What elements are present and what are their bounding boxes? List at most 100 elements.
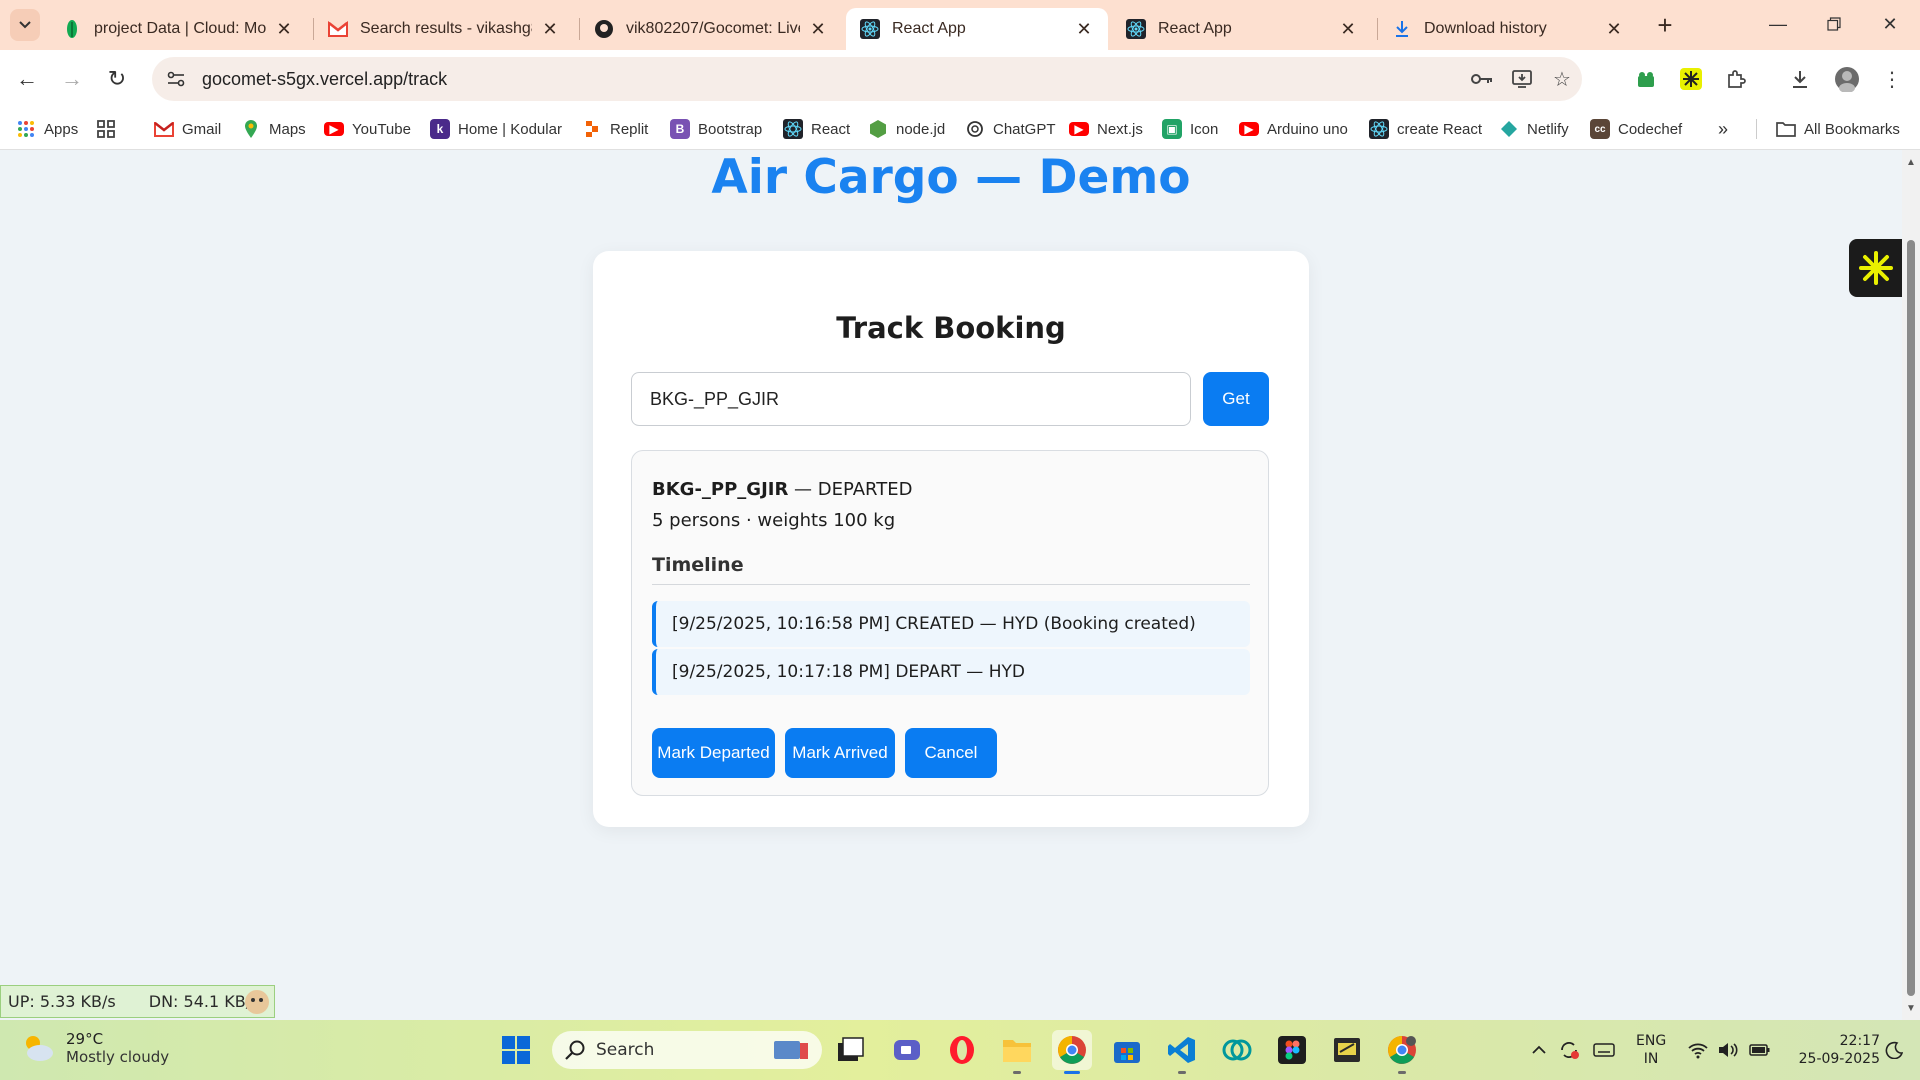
chatgpt-icon bbox=[965, 119, 985, 139]
close-icon[interactable]: ✕ bbox=[1338, 19, 1358, 39]
bookmark-replit[interactable]: Replit bbox=[582, 116, 648, 142]
mark-arrived-button[interactable]: Mark Arrived bbox=[785, 728, 895, 778]
tab-download-history[interactable]: Download history ✕ bbox=[1378, 8, 1638, 50]
react-icon bbox=[783, 119, 803, 139]
opera-app[interactable] bbox=[942, 1030, 982, 1070]
floating-extension-widget[interactable] bbox=[1849, 239, 1902, 297]
keyboard-icon[interactable] bbox=[1592, 1038, 1616, 1062]
bookmark-youtube[interactable]: ▶ YouTube bbox=[324, 116, 411, 142]
address-bar[interactable]: gocomet-s5gx.vercel.app/track ☆ bbox=[152, 57, 1582, 101]
tab-github[interactable]: vik802207/Gocomet: Live P ✕ bbox=[580, 8, 842, 50]
system-clock[interactable]: 22:17 25-09-2025 bbox=[1785, 1032, 1880, 1068]
page-scrollbar[interactable]: ▲ ▼ bbox=[1902, 150, 1920, 1020]
battery-icon[interactable] bbox=[1748, 1038, 1772, 1062]
netlify-icon bbox=[1499, 119, 1519, 139]
close-icon[interactable]: ✕ bbox=[1074, 19, 1094, 39]
tab-mongodb[interactable]: project Data | Cloud: MongoDB Cloud ✕ bbox=[48, 8, 308, 50]
tab-react-app[interactable]: React App ✕ bbox=[1112, 8, 1372, 50]
url-text[interactable]: gocomet-s5gx.vercel.app/track bbox=[202, 69, 1462, 90]
bookmark-tab-groups[interactable] bbox=[96, 116, 124, 142]
teams-meet-app[interactable] bbox=[887, 1030, 927, 1070]
minimize-button[interactable]: — bbox=[1750, 0, 1806, 48]
bookmark-icon[interactable]: ▣ Icon bbox=[1162, 116, 1218, 142]
reload-button[interactable]: ↻ bbox=[99, 61, 135, 97]
tab-title: React App bbox=[892, 20, 966, 37]
microsoft-store-app[interactable] bbox=[1107, 1030, 1147, 1070]
bookmark-nextjs[interactable]: ▶ Next.js bbox=[1069, 116, 1143, 142]
bookmarks-overflow-button[interactable]: » bbox=[1718, 116, 1728, 142]
close-window-button[interactable]: ✕ bbox=[1862, 0, 1918, 48]
notifications-moon-icon[interactable] bbox=[1882, 1038, 1906, 1062]
tab-search-button[interactable] bbox=[10, 9, 40, 41]
downloads-icon[interactable] bbox=[1782, 61, 1818, 97]
tray-overflow-icon[interactable] bbox=[1527, 1038, 1551, 1062]
bookmark-codechef[interactable]: cc Codechef bbox=[1590, 116, 1682, 142]
taskbar-search[interactable]: Search bbox=[552, 1031, 822, 1069]
minimize-icon: — bbox=[1769, 13, 1787, 34]
close-icon[interactable]: ✕ bbox=[274, 19, 294, 39]
nodejs-icon bbox=[868, 119, 888, 139]
weather-widget[interactable]: 29°C Mostly cloudy bbox=[20, 1030, 169, 1066]
scroll-thumb[interactable] bbox=[1907, 240, 1915, 996]
language-indicator[interactable]: ENG IN bbox=[1636, 1032, 1666, 1068]
vscode-app[interactable] bbox=[1162, 1030, 1202, 1074]
close-icon[interactable]: ✕ bbox=[1604, 19, 1624, 39]
bookmark-nodejs[interactable]: node.jd bbox=[868, 116, 945, 142]
network-app[interactable] bbox=[1327, 1030, 1367, 1070]
extensions-puzzle-icon[interactable] bbox=[1718, 61, 1754, 97]
bookmark-arduino[interactable]: ▶ Arduino uno bbox=[1239, 116, 1348, 142]
youtube-icon: ▶ bbox=[324, 122, 344, 136]
bookmark-kodular[interactable]: k Home | Kodular bbox=[430, 116, 562, 142]
arduino-app[interactable] bbox=[1217, 1030, 1257, 1070]
file-explorer-app[interactable] bbox=[997, 1030, 1037, 1074]
search-icon bbox=[565, 1040, 585, 1060]
start-button[interactable] bbox=[496, 1030, 536, 1070]
perplexity-extension-icon[interactable] bbox=[1673, 61, 1709, 97]
restore-button[interactable] bbox=[1806, 0, 1862, 48]
extension-icon[interactable] bbox=[1628, 61, 1664, 97]
site-settings-icon[interactable] bbox=[158, 61, 194, 97]
forward-button[interactable]: → bbox=[54, 61, 90, 97]
profile-avatar[interactable] bbox=[1829, 61, 1865, 97]
bookmark-label: YouTube bbox=[352, 120, 411, 138]
react-icon bbox=[1369, 119, 1389, 139]
volume-icon[interactable] bbox=[1716, 1038, 1740, 1062]
password-key-icon[interactable] bbox=[1462, 59, 1502, 99]
browser-toolbar: ← → ↻ gocomet-s5gx.vercel.app/track ☆ ⋮ bbox=[0, 50, 1920, 108]
booking-details: 5 persons · weights 100 kg bbox=[652, 510, 896, 531]
chrome-profile-app[interactable] bbox=[1382, 1030, 1422, 1074]
all-bookmarks-button[interactable]: All Bookmarks bbox=[1776, 116, 1900, 142]
mark-departed-button[interactable]: Mark Departed bbox=[652, 728, 775, 778]
bookmark-apps[interactable]: Apps bbox=[16, 116, 78, 142]
bookmark-gmail[interactable]: Gmail bbox=[154, 116, 221, 142]
bookmark-label: node.jd bbox=[896, 120, 946, 138]
get-button[interactable]: Get bbox=[1203, 372, 1269, 426]
scroll-up-icon[interactable]: ▲ bbox=[1905, 156, 1917, 168]
booking-id-input[interactable] bbox=[631, 372, 1191, 426]
back-button[interactable]: ← bbox=[9, 61, 45, 97]
bookmark-star-icon[interactable]: ☆ bbox=[1542, 59, 1582, 99]
scroll-down-icon[interactable]: ▼ bbox=[1905, 1002, 1917, 1014]
close-icon[interactable]: ✕ bbox=[808, 19, 828, 39]
bookmark-react[interactable]: React bbox=[783, 116, 850, 142]
bookmark-chatgpt[interactable]: ChatGPT bbox=[965, 116, 1056, 142]
bookmark-netlify[interactable]: Netlify bbox=[1499, 116, 1569, 142]
sync-icon[interactable] bbox=[1557, 1038, 1581, 1062]
figma-app[interactable] bbox=[1272, 1030, 1312, 1070]
store-icon bbox=[1114, 1042, 1140, 1063]
bookmark-maps[interactable]: Maps bbox=[241, 116, 306, 142]
chrome-app[interactable] bbox=[1052, 1030, 1092, 1074]
replit-icon bbox=[582, 119, 602, 139]
cancel-button[interactable]: Cancel bbox=[905, 728, 997, 778]
wifi-icon[interactable] bbox=[1686, 1038, 1710, 1062]
menu-kebab-icon[interactable]: ⋮ bbox=[1874, 61, 1910, 97]
bookmark-label: All Bookmarks bbox=[1804, 120, 1900, 138]
new-tab-button[interactable]: + bbox=[1650, 10, 1680, 40]
close-icon[interactable]: ✕ bbox=[540, 19, 560, 39]
task-view-app[interactable] bbox=[831, 1030, 871, 1070]
bookmark-create-react[interactable]: create React bbox=[1369, 116, 1482, 142]
bookmark-bootstrap[interactable]: B Bootstrap bbox=[670, 116, 762, 142]
install-app-icon[interactable] bbox=[1502, 59, 1542, 99]
tab-gmail[interactable]: Search results - vikashg802@gmail.com ✕ bbox=[314, 8, 574, 50]
tab-react-app-active[interactable]: React App ✕ bbox=[846, 8, 1108, 50]
